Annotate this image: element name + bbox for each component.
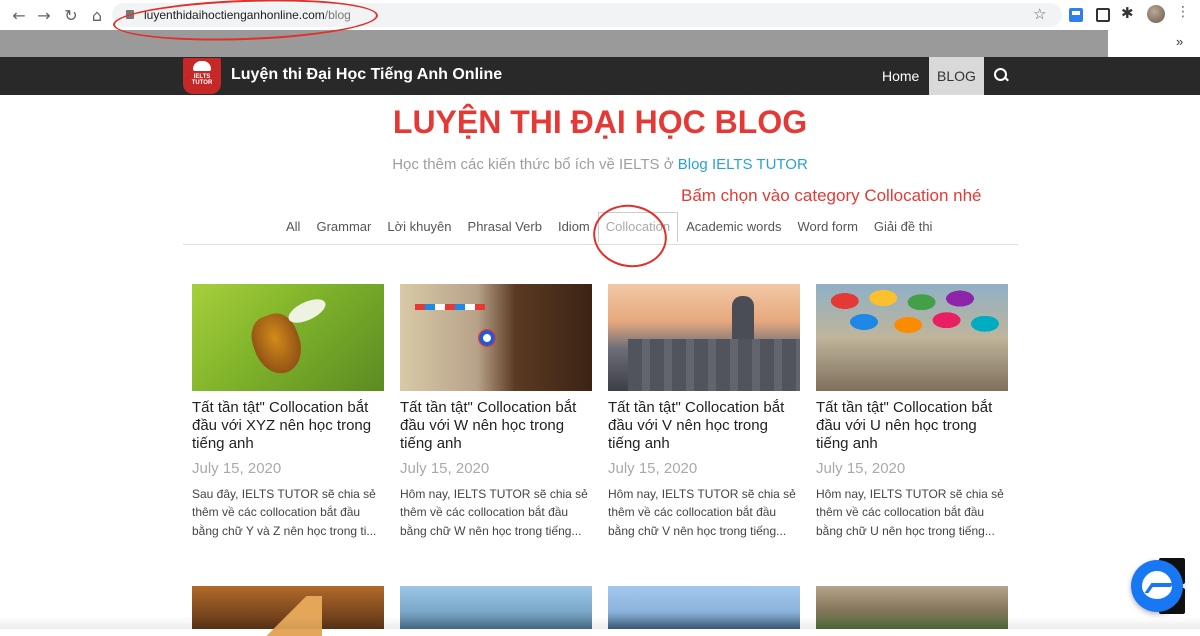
post-card[interactable]: Tất tần tật" Collocation bắt đầu với V n… bbox=[608, 284, 800, 540]
post-thumbnail[interactable] bbox=[816, 284, 1008, 391]
post-card[interactable]: Tất tần tật" Collocation bắt đầu với U n… bbox=[816, 284, 1008, 540]
post-title[interactable]: Tất tần tật" Collocation bắt đầu với V n… bbox=[608, 399, 800, 453]
post-thumbnail[interactable] bbox=[400, 284, 592, 391]
post-excerpt: Sau đây, IELTS TUTOR sẽ chia sẻ thêm về … bbox=[192, 487, 377, 538]
site-logo[interactable]: IELTS TUTOR bbox=[183, 58, 221, 94]
post-excerpt: Hôm nay, IELTS TUTOR sẽ chia sẻ thêm về … bbox=[400, 487, 588, 538]
home-icon[interactable]: ⌂ bbox=[84, 2, 110, 28]
nav-blog-link[interactable]: BLOG bbox=[929, 57, 984, 95]
post-excerpt: Hôm nay, IELTS TUTOR sẽ chia sẻ thêm về … bbox=[816, 487, 1004, 538]
page-subtitle: Học thêm các kiến thức bổ ích về IELTS ở… bbox=[0, 156, 1200, 173]
post-title[interactable]: Tất tần tật" Collocation bắt đầu với XYZ… bbox=[192, 399, 384, 453]
annotation-note: Bấm chọn vào category Collocation nhé bbox=[681, 186, 982, 205]
bookmark-star-icon[interactable]: ☆ bbox=[1033, 5, 1046, 23]
kebab-menu-icon[interactable]: ⋮ bbox=[1176, 4, 1190, 20]
post-title[interactable]: Tất tần tật" Collocation bắt đầu với W n… bbox=[400, 399, 592, 453]
post-thumbnail[interactable] bbox=[608, 284, 800, 391]
post-thumbnail[interactable] bbox=[192, 284, 384, 391]
nav-home-link[interactable]: Home bbox=[875, 57, 926, 95]
tab-idiom[interactable]: Idiom bbox=[550, 212, 598, 242]
subtitle-text: Học thêm các kiến thức bổ ích về IELTS ở bbox=[392, 156, 678, 173]
messenger-icon[interactable] bbox=[1131, 560, 1183, 612]
site-navbar bbox=[0, 57, 1200, 95]
post-date: July 15, 2020 bbox=[608, 460, 698, 477]
post-date: July 15, 2020 bbox=[400, 460, 490, 477]
post-date: July 15, 2020 bbox=[192, 460, 282, 477]
image-extension-icon[interactable] bbox=[1096, 8, 1110, 22]
post-excerpt: Hôm nay, IELTS TUTOR sẽ chia sẻ thêm về … bbox=[608, 487, 796, 538]
post-card[interactable]: Tất tần tật" Collocation bắt đầu với W n… bbox=[400, 284, 592, 540]
tab-grammar[interactable]: Grammar bbox=[308, 212, 379, 242]
collocation-annotation-circle bbox=[588, 199, 672, 273]
logo-text: IELTS TUTOR bbox=[191, 74, 213, 86]
extension-icon[interactable] bbox=[1069, 8, 1083, 22]
post-date: July 15, 2020 bbox=[816, 460, 906, 477]
forward-arrow-icon[interactable]: → bbox=[31, 2, 57, 28]
page-fade bbox=[0, 617, 1200, 629]
search-icon[interactable] bbox=[992, 66, 1012, 86]
post-title[interactable]: Tất tần tật" Collocation bắt đầu với U n… bbox=[816, 399, 1008, 453]
reload-icon[interactable]: ↻ bbox=[58, 2, 84, 28]
profile-avatar[interactable] bbox=[1147, 5, 1165, 23]
back-arrow-icon[interactable]: ← bbox=[6, 2, 32, 28]
blog-ielts-tutor-link[interactable]: Blog IELTS TUTOR bbox=[678, 156, 808, 173]
tab-all[interactable]: All bbox=[278, 212, 308, 242]
bookmarks-overflow-button[interactable]: » bbox=[1176, 34, 1183, 49]
page-title: LUYỆN THI ĐẠI HỌC BLOG bbox=[392, 104, 808, 140]
tab-giai-de-thi[interactable]: Giải đề thi bbox=[866, 212, 941, 242]
puzzle-extensions-icon[interactable]: ✱ bbox=[1121, 4, 1134, 22]
site-title[interactable]: Luyện thi Đại Học Tiếng Anh Online bbox=[231, 66, 502, 84]
tab-loi-khuyen[interactable]: Lời khuyên bbox=[379, 212, 459, 242]
tab-word-form[interactable]: Word form bbox=[789, 212, 865, 242]
tab-academic-words[interactable]: Academic words bbox=[678, 212, 789, 242]
tab-phrasal-verb[interactable]: Phrasal Verb bbox=[460, 212, 550, 242]
post-card[interactable]: Tất tần tật" Collocation bắt đầu với XYZ… bbox=[192, 284, 384, 540]
